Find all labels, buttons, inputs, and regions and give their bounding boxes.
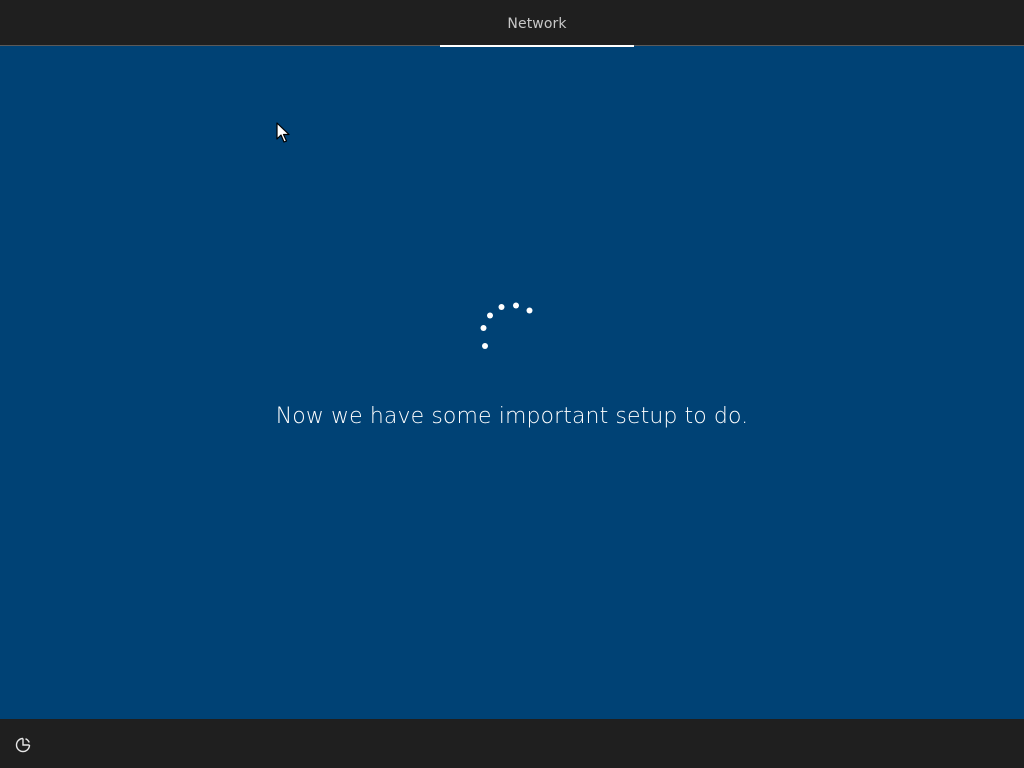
bottom-bar	[0, 719, 1024, 768]
ease-of-access-button[interactable]	[11, 733, 35, 757]
mouse-pointer-icon	[276, 122, 290, 143]
top-bar: Network	[0, 0, 1024, 47]
setup-screen	[0, 47, 1024, 719]
tab-network[interactable]: Network	[440, 0, 634, 47]
loading-spinner-icon	[480, 302, 533, 349]
ease-of-access-icon	[15, 737, 31, 753]
setup-status-message: Now we have some important setup to do.	[275, 404, 749, 429]
